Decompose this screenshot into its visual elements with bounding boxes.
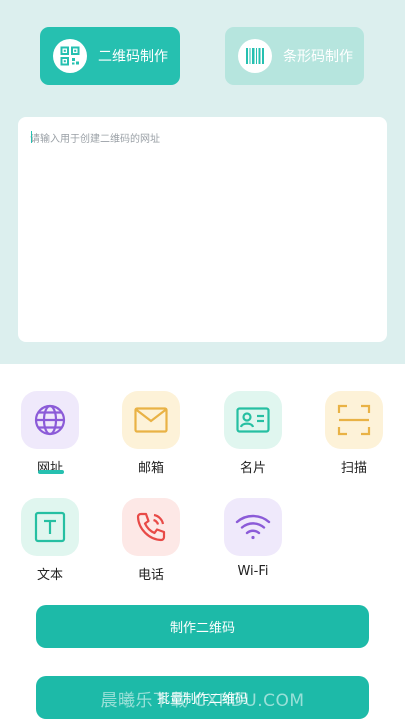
selected-indicator (38, 470, 64, 474)
type-email-label: 邮箱 (137, 461, 164, 476)
url-input-card (18, 117, 387, 342)
business-card-icon (224, 391, 282, 449)
type-email[interactable]: 邮箱 (111, 391, 191, 476)
tab-qr-code-label: 二维码制作 (98, 49, 168, 65)
scan-icon (325, 391, 383, 449)
tab-barcode[interactable]: 条形码制作 (225, 27, 364, 85)
type-scan-label: 扫描 (340, 461, 367, 476)
type-phone-label: 电话 (137, 568, 164, 583)
type-scan[interactable]: 扫描 (314, 391, 394, 476)
text-cursor (31, 131, 32, 143)
barcode-icon (238, 39, 272, 73)
phone-icon (122, 498, 180, 556)
type-business-card[interactable]: 名片 (213, 391, 293, 476)
make-qr-code-button[interactable]: 制作二维码 (36, 605, 369, 648)
tab-barcode-label: 条形码制作 (283, 49, 353, 65)
type-wifi[interactable]: Wi-Fi (213, 498, 293, 579)
qr-code-icon (53, 39, 87, 73)
type-text-label: 文本 (36, 568, 63, 583)
type-text[interactable]: 文本 (10, 498, 90, 583)
type-url[interactable]: 网址 (10, 391, 90, 476)
watermark: 晨曦乐下载 CXRDU.COM (100, 691, 305, 711)
tab-qr-code[interactable]: 二维码制作 (40, 27, 180, 85)
mail-icon (122, 391, 180, 449)
type-wifi-label: Wi-Fi (237, 564, 269, 579)
type-business-card-label: 名片 (239, 461, 266, 476)
text-icon (21, 498, 79, 556)
url-input[interactable] (18, 117, 387, 342)
type-phone[interactable]: 电话 (111, 498, 191, 583)
globe-icon (21, 391, 79, 449)
wifi-icon (224, 498, 282, 556)
